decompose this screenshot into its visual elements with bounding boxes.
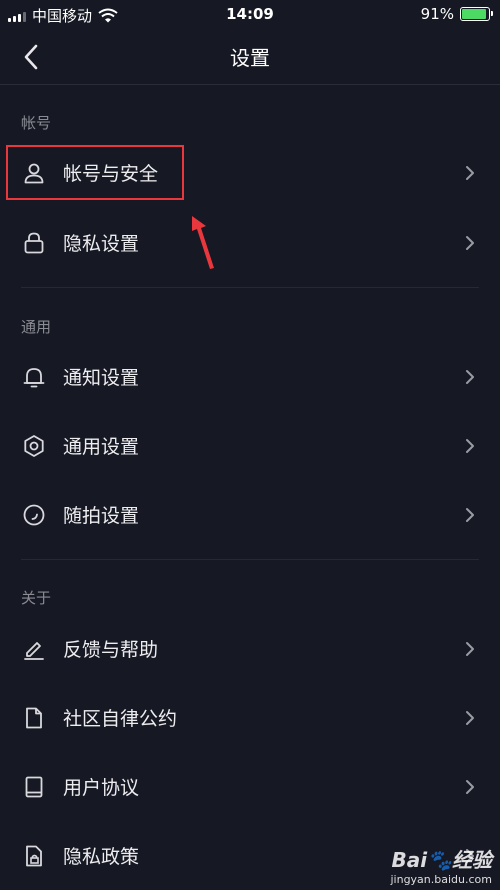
settings-item-label: 反馈与帮助 [63, 639, 159, 661]
settings-item-label: 社区自律公约 [63, 708, 178, 730]
settings-item-label: 随拍设置 [63, 505, 140, 527]
section-divider [21, 559, 479, 560]
chevron-right-icon [466, 642, 474, 656]
section-label-account: 帐号 [21, 114, 52, 132]
settings-item-general-settings[interactable]: 通用设置 [0, 416, 500, 476]
document-icon [26, 707, 42, 729]
chevron-right-icon [466, 370, 474, 384]
annotation-arrow-icon [192, 216, 214, 269]
privacy-lock-icon [26, 845, 42, 867]
chevron-right-icon [466, 166, 474, 180]
camera-circle-icon [23, 504, 45, 526]
settings-item-label: 隐私设置 [63, 233, 140, 255]
settings-item-label: 隐私政策 [63, 846, 140, 868]
settings-item-privacy-settings[interactable]: 隐私设置 [0, 213, 500, 273]
gear-icon [24, 435, 44, 457]
chevron-right-icon [466, 711, 474, 725]
watermark: Bai🐾经验 jingyan.baidu.com [390, 844, 492, 886]
settings-item-user-agreement[interactable]: 用户协议 [0, 757, 500, 817]
chevron-right-icon [466, 780, 474, 794]
section-divider [21, 287, 479, 288]
chevron-right-icon [466, 508, 474, 522]
settings-item-feedback-help[interactable]: 反馈与帮助 [0, 619, 500, 679]
bell-icon [23, 368, 45, 388]
settings-item-label: 用户协议 [63, 777, 140, 799]
settings-item-notification[interactable]: 通知设置 [0, 347, 500, 407]
nav-bar: 设置 [0, 30, 500, 85]
section-label-about: 关于 [21, 589, 52, 607]
lock-icon [24, 232, 44, 254]
watermark-brand: Bai🐾经验 [391, 848, 493, 872]
page-title: 设置 [230, 46, 270, 70]
chevron-right-icon [466, 439, 474, 453]
battery-icon [460, 7, 493, 21]
annotation-highlight-box [6, 145, 184, 200]
edit-icon [24, 642, 44, 660]
battery-percent: 91% [420, 5, 454, 23]
settings-item-label: 通知设置 [63, 367, 140, 389]
book-icon [25, 776, 43, 798]
chevron-right-icon [466, 236, 474, 250]
settings-item-label: 通用设置 [63, 436, 140, 458]
settings-item-community-guidelines[interactable]: 社区自律公约 [0, 688, 500, 748]
settings-item-snapshot-settings[interactable]: 随拍设置 [0, 485, 500, 545]
watermark-url: jingyan.baidu.com [390, 873, 492, 886]
section-label-general: 通用 [21, 318, 52, 336]
status-bar: 中国移动 14:09 91% [0, 0, 500, 30]
